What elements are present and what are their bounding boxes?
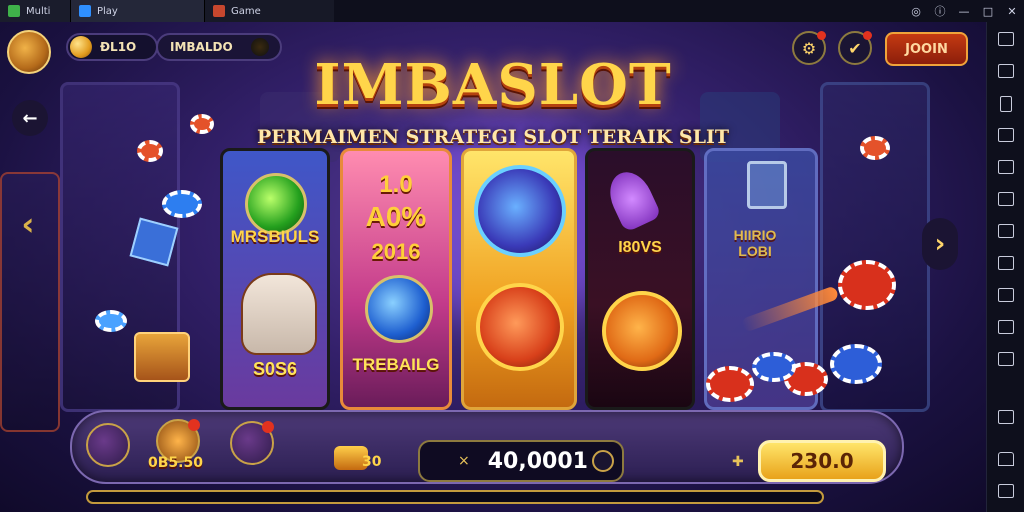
balance-display: × 40,0001 (418, 440, 624, 482)
slot-card-1[interactable]: MRSBIULS S0S6 (220, 148, 330, 410)
carousel-left-icon[interactable]: ‹ (14, 202, 42, 246)
tab-multi[interactable]: Multi (0, 0, 70, 22)
card-value-top: 1.0 (379, 171, 413, 198)
notification-dot (817, 31, 826, 40)
bet-button[interactable]: 230.0 (758, 440, 886, 482)
compass-gem-icon (474, 165, 566, 257)
minimize-button[interactable]: — (952, 0, 976, 22)
gold-medallion-icon (602, 291, 682, 371)
character-icon (241, 273, 317, 355)
tab-game[interactable]: Game (204, 0, 334, 22)
casino-chip-icon (860, 136, 890, 160)
carousel-right-icon[interactable]: › (922, 218, 958, 270)
game-icon (213, 5, 225, 17)
back-icon[interactable] (998, 410, 1014, 424)
app-icon (8, 5, 20, 17)
coin-small-icon: ✚ (732, 454, 744, 470)
balance-value: 40,0001 (487, 448, 588, 474)
macro-icon[interactable] (998, 320, 1014, 334)
tab-label: Game (231, 5, 261, 17)
window-titlebar: Multi Play Game ◎ ⓘ — □ ✕ (0, 0, 1024, 22)
game-screen: ĐL1O IMBALDO ⚙ ✔ JOOIN IMBASLOT PERMAIME… (0, 22, 986, 512)
card-label: I80VS (618, 239, 662, 256)
card-label: HIIRIO LOBI (733, 227, 777, 259)
refresh-icon[interactable] (592, 450, 614, 472)
close-button[interactable]: ✕ (1000, 0, 1024, 22)
casino-chip-icon (838, 260, 896, 310)
keyboard-icon[interactable] (998, 128, 1014, 142)
fullscreen-icon[interactable] (998, 32, 1014, 46)
sword-icon[interactable] (230, 421, 274, 465)
casino-chip-icon (706, 366, 754, 402)
casino-chip-icon (752, 352, 796, 382)
ruby-gem-icon (476, 283, 564, 371)
blue-gem-icon (365, 275, 433, 343)
emulator-toolbar (986, 22, 1024, 512)
apk-install-icon[interactable] (998, 256, 1014, 270)
folder-icon[interactable] (998, 288, 1014, 302)
notification-dot (262, 421, 274, 433)
maximize-button[interactable]: □ (976, 0, 1000, 22)
shake-icon[interactable] (998, 160, 1014, 174)
card-title: MRSBIULS (230, 227, 320, 246)
treasure-chest-icon (134, 332, 190, 382)
notification-dot (863, 31, 872, 40)
loading-progress-bar (86, 490, 824, 504)
item-label: 0B5.50 (148, 455, 203, 471)
casino-chip-icon (95, 310, 127, 332)
casino-chip-icon (190, 114, 214, 134)
magic-wand-icon (602, 165, 662, 233)
multi-window-icon[interactable] (998, 64, 1014, 78)
tab-label: Multi (26, 5, 51, 17)
card-percent: A0% (365, 201, 427, 232)
tab-label: Play (97, 5, 118, 17)
tab-play[interactable]: Play (70, 0, 204, 22)
help-icon[interactable]: ⓘ (928, 0, 952, 22)
game-title: IMBASLOT (314, 52, 672, 118)
more-icon[interactable] (998, 352, 1014, 366)
heart-gem-icon[interactable] (86, 423, 130, 467)
home-icon[interactable] (998, 452, 1014, 466)
slot-card-4[interactable]: I80VS (585, 148, 695, 410)
notification-dot (188, 419, 200, 431)
slot-card-2[interactable]: 1.0 A0% 2016 TREBAILG (340, 148, 452, 410)
recent-apps-icon[interactable] (998, 484, 1014, 498)
casino-chip-icon (830, 344, 882, 384)
record-icon[interactable]: ◎ (904, 0, 928, 22)
screenshot-icon[interactable] (998, 192, 1014, 206)
window-controls: ◎ ⓘ — □ ✕ (904, 0, 1024, 22)
back-arrow-icon[interactable]: ← (12, 100, 48, 136)
rotate-icon[interactable] (1000, 96, 1012, 112)
glass-icon (747, 161, 787, 209)
multiplier-icon: × (458, 453, 470, 469)
card-year: 2016 (371, 239, 421, 264)
casino-chip-icon (137, 140, 163, 162)
bonus-value: 30 (362, 454, 382, 470)
record-video-icon[interactable] (998, 224, 1014, 238)
slot-card-3[interactable] (461, 148, 577, 410)
card-value: S0S6 (252, 359, 298, 379)
card-label: TREBAILG (352, 355, 440, 374)
casino-chip-icon (162, 190, 202, 218)
green-gem-icon (245, 173, 307, 235)
app-icon (79, 5, 91, 17)
